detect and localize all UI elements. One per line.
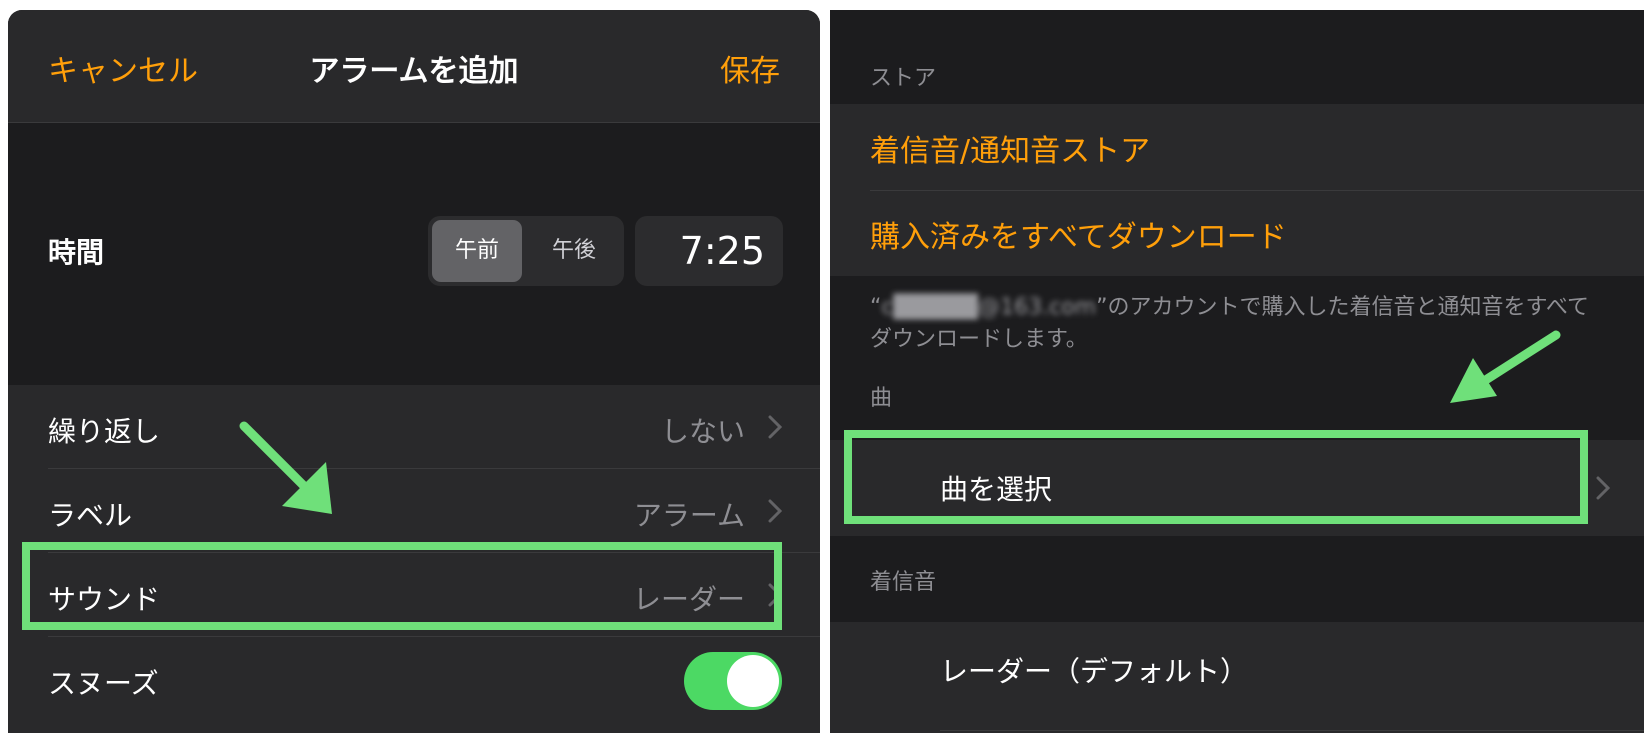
row-value: アラーム	[633, 499, 745, 532]
row-label: 繰り返し	[48, 415, 161, 448]
row-value: しない	[660, 415, 745, 448]
am-segment[interactable]: 午前	[432, 220, 522, 282]
am-pm-segmented-control: 午前 午後	[428, 216, 624, 286]
ringtone-section-header: 着信音	[870, 570, 937, 595]
time-input[interactable]: 7:25	[635, 216, 783, 286]
chevron-right-icon	[1596, 476, 1610, 500]
row-repeat[interactable]: 繰り返し しない	[8, 385, 820, 471]
toggle-knob	[727, 655, 779, 707]
ringtone-item[interactable]: レーダー（デフォルト）	[940, 650, 1248, 690]
store-footnote: “c█████@163.com”のアカウントで購入した着信音と通知音をすべてダウ…	[870, 292, 1610, 356]
page-title: アラームを追加	[309, 54, 519, 89]
time-label: 時間	[48, 236, 105, 269]
row-snooze: スヌーズ	[8, 637, 820, 723]
row-label: ラベル	[48, 499, 133, 532]
time-picker-section: 時間 午前 午後 7:25	[8, 123, 820, 385]
ringtone-store-link[interactable]: 着信音/通知音ストア	[870, 126, 1150, 170]
highlight-box-select-song	[844, 430, 1588, 524]
download-all-purchased-link[interactable]: 購入済みをすべてダウンロード	[870, 212, 1287, 256]
separator	[870, 190, 1644, 191]
snooze-toggle[interactable]	[684, 652, 782, 710]
store-section: 着信音/通知音ストア 購入済みをすべてダウンロード	[830, 104, 1644, 276]
row-label: スヌーズ	[48, 667, 159, 700]
sound-selection-screen: ストア 着信音/通知音ストア 購入済みをすべてダウンロード “c█████@16…	[830, 10, 1644, 733]
chevron-right-icon	[768, 415, 782, 439]
store-section-header: ストア	[870, 66, 937, 91]
highlight-box-sound	[22, 542, 782, 630]
save-button[interactable]: 保存	[720, 46, 780, 90]
ringtone-list: レーダー（デフォルト）	[830, 622, 1644, 733]
pm-segment[interactable]: 午後	[528, 220, 620, 282]
separator	[940, 730, 1644, 731]
chevron-right-icon	[768, 499, 782, 523]
navigation-bar: キャンセル アラームを追加 保存	[8, 10, 820, 123]
song-section-header: 曲	[870, 386, 893, 411]
redacted-account: c█████@163.com	[881, 295, 1097, 320]
